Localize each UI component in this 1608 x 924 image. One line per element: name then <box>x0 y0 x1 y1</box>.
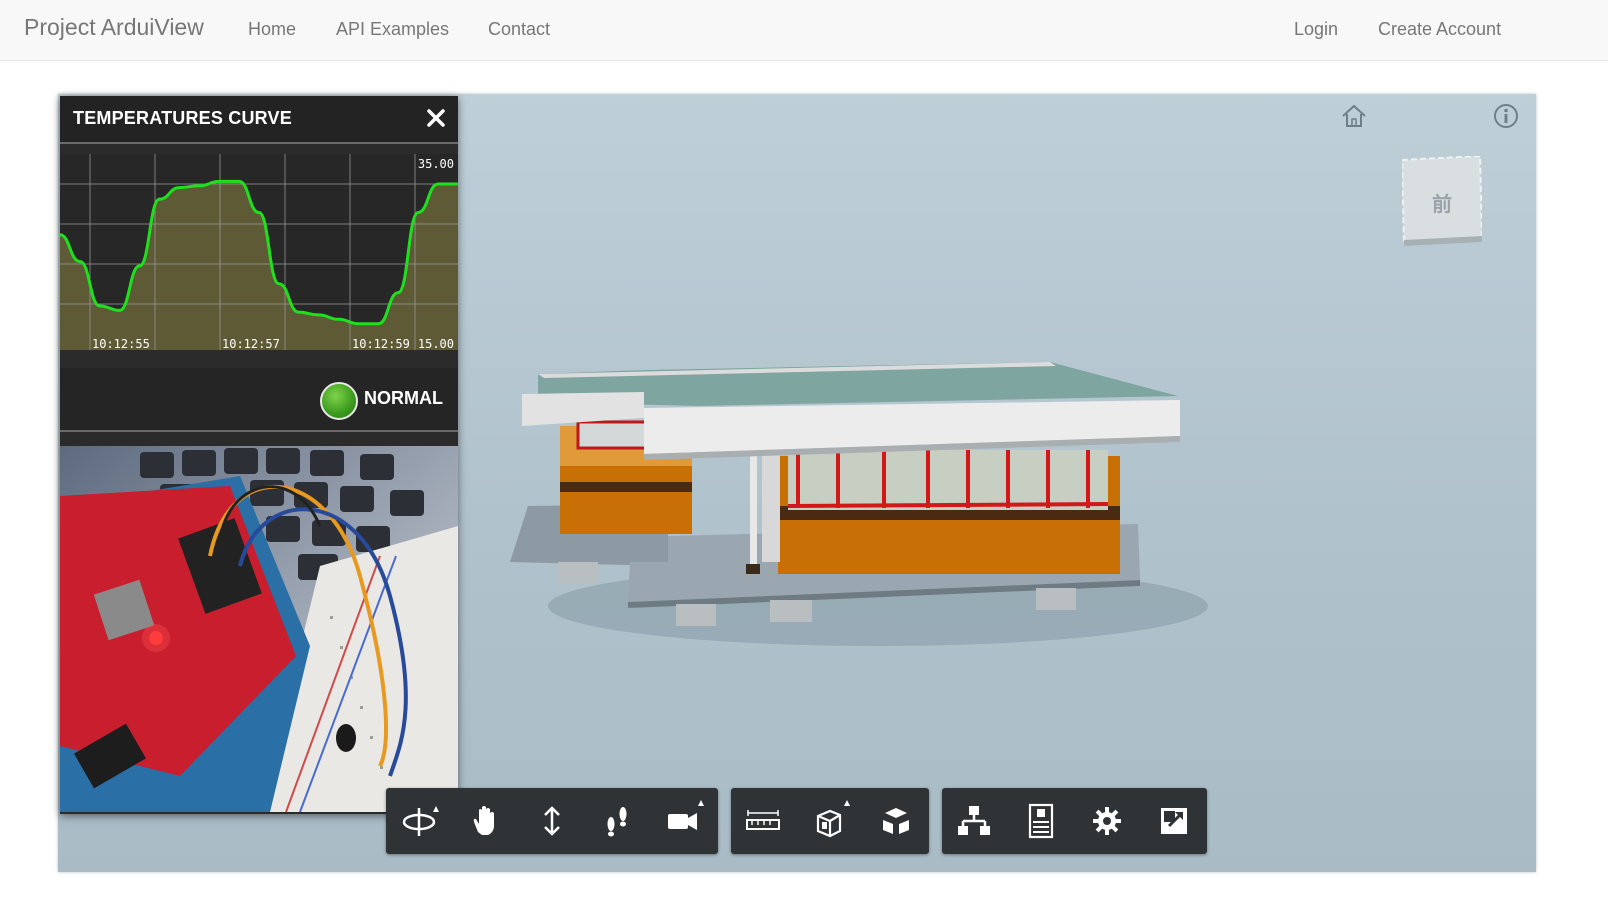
close-icon[interactable] <box>422 104 450 132</box>
chart-xtick-label-0: 10:12:55 <box>92 337 150 350</box>
arduino-photo <box>60 446 458 812</box>
nav-contact[interactable]: Contact <box>488 19 550 40</box>
nav-login[interactable]: Login <box>1294 19 1338 40</box>
nav-api-examples[interactable]: API Examples <box>336 19 449 40</box>
chart-xtick-label-1: 10:12:57 <box>222 337 280 350</box>
dolly-icon[interactable] <box>531 800 573 842</box>
brand-link[interactable]: Project ArduiView <box>24 14 204 41</box>
toolbar-panels-group <box>942 788 1207 854</box>
toolbar-tools-group <box>731 788 929 854</box>
measure-icon[interactable] <box>742 800 784 842</box>
chart-ymax-label: 35.00 <box>418 157 454 171</box>
fullscreen-icon[interactable] <box>1153 800 1195 842</box>
temperature-chart: 35.00 10:12:55 10:12:57 10:12:59 15.00 <box>60 154 458 350</box>
nav-create-account[interactable]: Create Account <box>1378 19 1501 40</box>
home-icon[interactable] <box>1339 102 1369 130</box>
pan-icon[interactable] <box>464 800 506 842</box>
temperature-panel: TEMPERATURES CURVE 35.00 10:12:55 10:12:57… <box>60 96 458 814</box>
panel-title: TEMPERATURES CURVE <box>73 108 292 128</box>
properties-icon[interactable] <box>1020 800 1062 842</box>
status-text: NORMAL <box>364 388 443 408</box>
camera-icon[interactable] <box>662 800 704 842</box>
settings-icon[interactable] <box>1086 800 1128 842</box>
toolbar-navigation-group <box>386 788 718 854</box>
explode-icon[interactable] <box>875 800 917 842</box>
section-icon[interactable] <box>808 800 850 842</box>
orbit-icon[interactable] <box>399 800 441 842</box>
chart-xtick-label-2: 10:12:59 <box>352 337 410 350</box>
chart-ymin-label: 15.00 <box>418 337 454 350</box>
walk-icon[interactable] <box>596 800 638 842</box>
building-model <box>510 362 1208 646</box>
viewcube[interactable]: 前 <box>1402 156 1482 246</box>
navbar: Project ArduiView Home API Examples Cont… <box>0 0 1608 61</box>
status-indicator-light <box>320 382 358 420</box>
nav-home[interactable]: Home <box>248 19 296 40</box>
panel-header: TEMPERATURES CURVE <box>60 96 458 144</box>
info-icon[interactable] <box>1492 102 1520 130</box>
viewcube-face-label: 前 <box>1432 192 1452 216</box>
model-tree-icon[interactable] <box>953 800 995 842</box>
